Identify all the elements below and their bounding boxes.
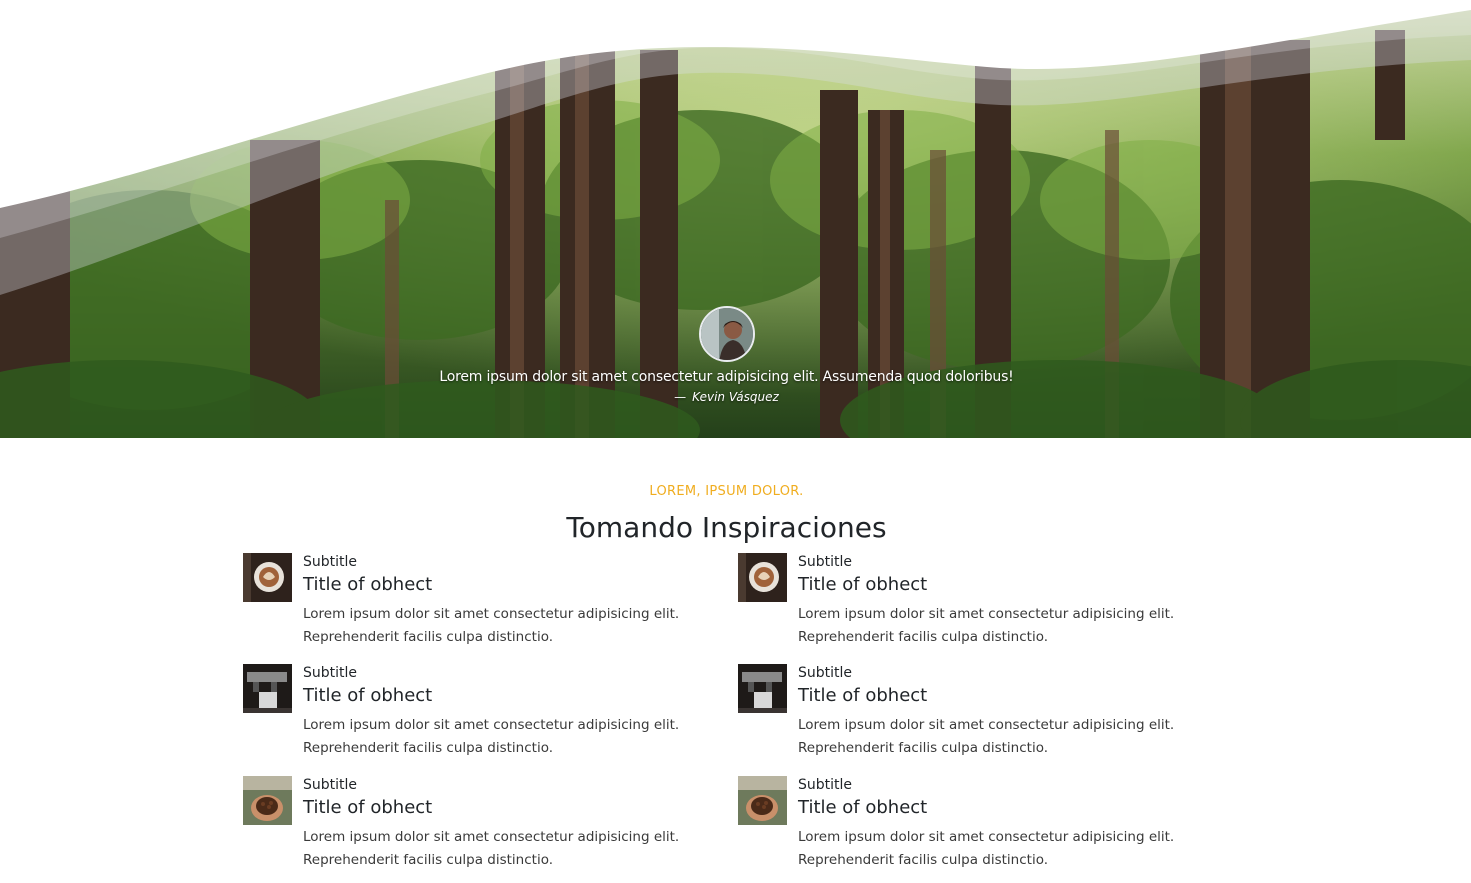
latte-art-icon — [243, 553, 292, 602]
list-item: Subtitle Title of obhect Lorem ipsum dol… — [243, 776, 683, 880]
item-title: Title of obhect — [303, 685, 433, 706]
coffee-beans-icon — [738, 776, 787, 825]
author-name: Kevin Vásquez — [692, 390, 779, 404]
item-text-line: Lorem ipsum dolor sit amet consectetur a… — [303, 606, 680, 622]
item-title: Title of obhect — [303, 574, 433, 595]
item-subtitle: Subtitle — [303, 777, 358, 793]
item-text: Lorem ipsum dolor sit amet consectetur a… — [303, 714, 683, 760]
item-text: Lorem ipsum dolor sit amet consectetur a… — [798, 714, 1178, 760]
item-text: Lorem ipsum dolor sit amet consectetur a… — [303, 603, 683, 649]
espresso-machine-icon — [243, 664, 292, 713]
item-subtitle: Subtitle — [303, 554, 358, 570]
author-avatar — [698, 306, 755, 362]
item-text-line: Lorem ipsum dolor sit amet consectetur a… — [303, 829, 680, 845]
list-item: Subtitle Title of obhect Lorem ipsum dol… — [738, 664, 1178, 768]
item-text: Lorem ipsum dolor sit amet consectetur a… — [798, 603, 1178, 649]
item-text-line: Reprehenderit facilis culpa distinctio. — [798, 740, 1049, 756]
item-text-line: Reprehenderit facilis culpa distinctio. — [798, 629, 1049, 645]
item-subtitle: Subtitle — [798, 554, 853, 570]
item-text-line: Reprehenderit facilis culpa distinctio. — [798, 852, 1049, 868]
list-item: Subtitle Title of obhect Lorem ipsum dol… — [738, 553, 1178, 657]
item-text-line: Lorem ipsum dolor sit amet consectetur a… — [303, 717, 680, 733]
list-item: Subtitle Title of obhect Lorem ipsum dol… — [243, 664, 683, 768]
item-text-line: Lorem ipsum dolor sit amet consectetur a… — [798, 717, 1175, 733]
list-item: Subtitle Title of obhect Lorem ipsum dol… — [738, 776, 1178, 880]
item-text-line: Reprehenderit facilis culpa distinctio. — [303, 629, 554, 645]
testimonial-quote: Lorem ipsum dolor sit amet consectetur a… — [439, 369, 1014, 385]
section-title: Tomando Inspiraciones — [566, 511, 887, 544]
latte-art-icon — [738, 553, 787, 602]
item-text-line: Lorem ipsum dolor sit amet consectetur a… — [798, 829, 1175, 845]
item-text-line: Lorem ipsum dolor sit amet consectetur a… — [798, 606, 1175, 622]
testimonial-author: — Kevin Vásquez — [0, 390, 1453, 404]
item-title: Title of obhect — [798, 797, 928, 818]
section-eyebrow: LOREM, IPSUM DOLOR. — [649, 484, 804, 499]
author-dash: — — [674, 390, 687, 404]
espresso-machine-icon — [738, 664, 787, 713]
list-item: Subtitle Title of obhect Lorem ipsum dol… — [243, 553, 683, 657]
hero-banner: Lorem ipsum dolor sit amet consectetur a… — [0, 0, 1471, 438]
item-text-line: Reprehenderit facilis culpa distinctio. — [303, 852, 554, 868]
item-text: Lorem ipsum dolor sit amet consectetur a… — [303, 826, 683, 872]
item-subtitle: Subtitle — [303, 665, 358, 681]
item-subtitle: Subtitle — [798, 665, 853, 681]
coffee-beans-icon — [243, 776, 292, 825]
item-title: Title of obhect — [303, 797, 433, 818]
item-title: Title of obhect — [798, 685, 928, 706]
item-text-line: Reprehenderit facilis culpa distinctio. — [303, 740, 554, 756]
item-subtitle: Subtitle — [798, 777, 853, 793]
testimonial: Lorem ipsum dolor sit amet consectetur a… — [0, 306, 1453, 404]
item-text: Lorem ipsum dolor sit amet consectetur a… — [798, 826, 1178, 872]
item-title: Title of obhect — [798, 574, 928, 595]
person-avatar-icon — [700, 308, 753, 360]
